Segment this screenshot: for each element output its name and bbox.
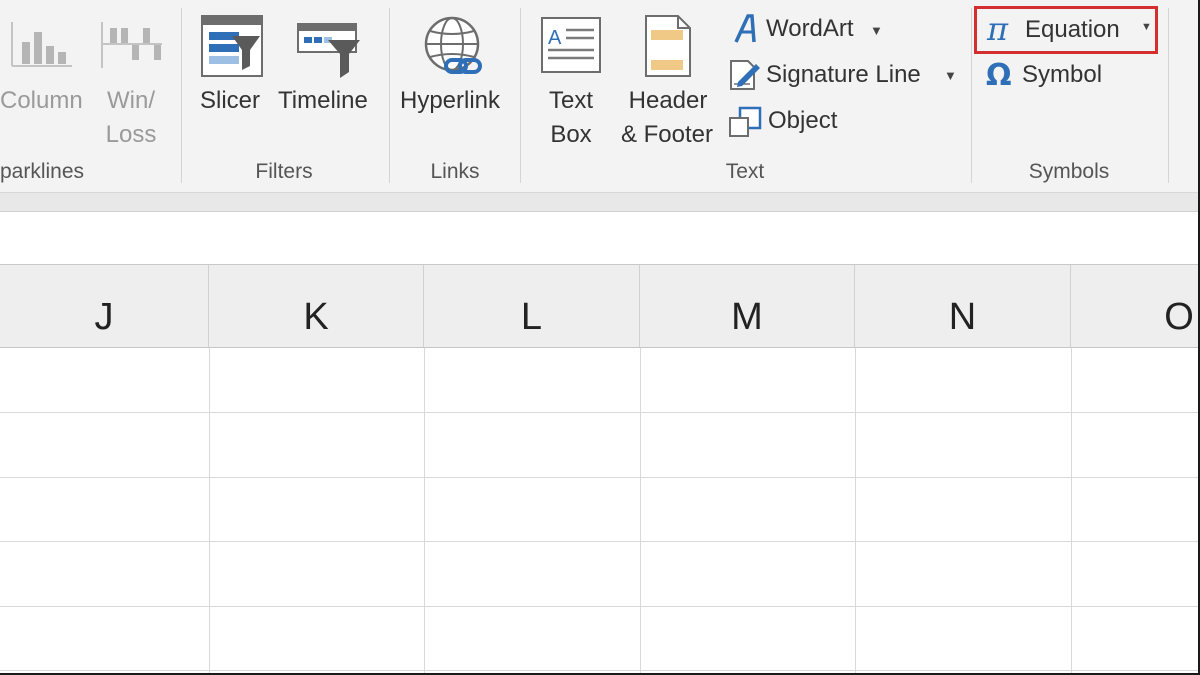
header-footer-label-1: Header [628,87,708,114]
sparkline-column-label: Column [0,87,83,114]
slicer-icon [201,15,263,77]
cell-grid[interactable] [0,348,1198,673]
equation-label: Equation [1025,16,1120,43]
wordart-label: WordArt [766,15,854,42]
text-box-label-2: Box [550,121,592,148]
grid-column-line [1071,348,1072,673]
hyperlink-label: Hyperlink [400,87,501,114]
grid-row-line [0,541,1198,542]
timeline-label: Timeline [278,87,368,114]
group-divider [181,8,182,183]
group-divider [520,8,521,183]
grid-row-line [0,477,1198,478]
text-box-label-1: Text [548,87,593,114]
formula-bar[interactable] [0,211,1198,266]
column-header-m[interactable]: M [640,265,855,347]
column-header-row: J K L M N O [0,265,1198,348]
excel-window: Column Win/ Loss parklines Slicer Timeli… [0,0,1200,675]
column-header-j[interactable]: J [0,265,209,347]
group-divider [1168,8,1169,183]
signature-line-dropdown-icon: ▼ [944,68,957,83]
group-divider [971,8,972,183]
text-box-icon: A [541,17,601,73]
equation-button[interactable]: π Equation ▼ [974,6,1158,54]
group-divider [389,8,390,183]
winloss-sparkline-icon [101,22,162,68]
pi-icon: π [987,10,1009,48]
omega-icon: Ω [986,58,1012,93]
ribbon-bottom-strip [0,193,1198,211]
grid-column-line [640,348,641,673]
signature-line-label: Signature Line [766,61,921,88]
object-icon [729,106,762,137]
symbols-group-label: Symbols [1028,160,1110,183]
header-footer-icon [645,15,691,77]
text-group-label: Text [725,160,765,183]
sparkline-winloss-label-2: Loss [105,121,157,148]
grid-column-line [424,348,425,673]
grid-column-line [855,348,856,673]
grid-row-line [0,412,1198,413]
links-group-label: Links [430,160,480,183]
sparklines-group-label: parklines [0,160,85,183]
column-sparkline-icon [11,22,72,67]
timeline-icon [297,23,360,78]
symbol-label: Symbol [1022,61,1103,88]
equation-dropdown-icon: ▼ [1141,21,1152,33]
slicer-label: Slicer [200,87,261,114]
signature-line-icon [730,60,760,90]
grid-row-line [0,670,1198,671]
ribbon-insert-tab: Column Win/ Loss parklines Slicer Timeli… [0,0,1198,193]
column-header-l[interactable]: L [424,265,640,347]
grid-column-line [209,348,210,673]
column-header-k[interactable]: K [209,265,424,347]
wordart-dropdown-icon: ▼ [870,23,883,38]
object-label: Object [768,107,838,134]
header-footer-label-2: & Footer [620,121,714,148]
filters-group-label: Filters [255,160,313,183]
column-header-n[interactable]: N [855,265,1071,347]
grid-row-line [0,606,1198,607]
column-header-o[interactable]: O [1071,265,1198,347]
sparkline-winloss-label-1: Win/ [107,87,155,114]
svg-text:A: A [548,27,562,49]
wordart-icon [734,14,756,43]
hyperlink-globe-icon [424,16,482,74]
